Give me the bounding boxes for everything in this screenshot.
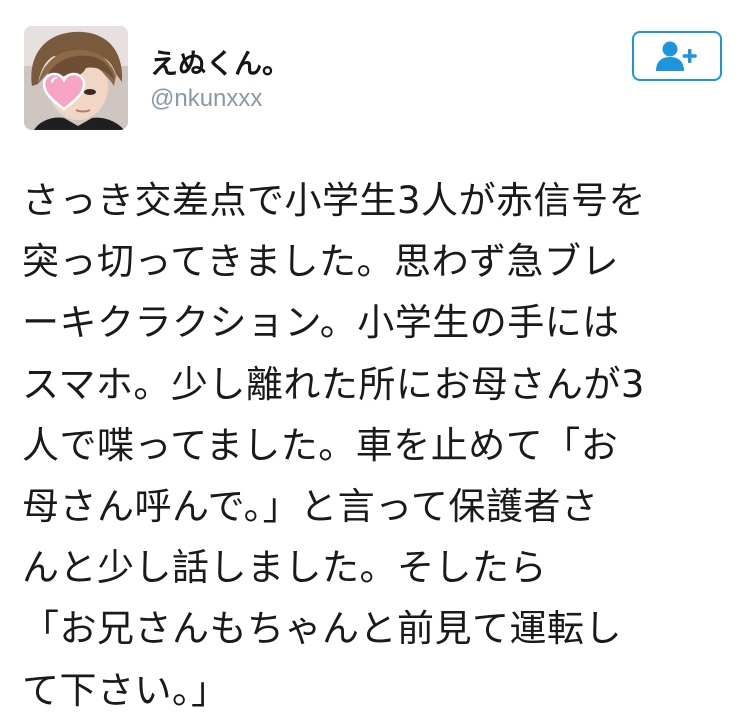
avatar[interactable] [24, 26, 128, 130]
tweet-text-line: 突っ切ってきました。思わず急ブレ [22, 240, 620, 284]
tweet-text: さっき交差点で小学生3人が赤信号を 突っ切ってきました。思わず急ブレ ーキクラク… [22, 170, 734, 721]
tweet-card: えぬくん。 @nkunxxx さっき交差点で小学生3人が赤信号を 突っ切ってきま… [0, 0, 750, 712]
tweet-text-line: 「お兄さんもちゃんと前見て運転し [22, 607, 622, 651]
tweet-text-line: 母さん呼んで。」と言って保護者さ [22, 484, 599, 528]
heart-icon [42, 72, 86, 111]
display-name[interactable]: えぬくん。 [150, 46, 290, 82]
tweet-text-line: さっき交差点で小学生3人が赤信号を [22, 179, 647, 222]
user-handle[interactable]: @nkunxxx [150, 84, 262, 114]
tweet-text-line: て下さい。」 [22, 668, 229, 712]
tweet-text-line: スマホ。少し離れた所にお母さんが3 [22, 362, 645, 406]
follow-button[interactable] [632, 31, 722, 81]
tweet-text-line: ーキクラクション。小学生の手には [22, 301, 620, 345]
tweet-text-line: 人で喋ってました。車を止めて「お [22, 423, 619, 467]
tweet-text-line: んと少し話しました。そしたら [22, 546, 547, 590]
add-user-icon [656, 41, 697, 71]
